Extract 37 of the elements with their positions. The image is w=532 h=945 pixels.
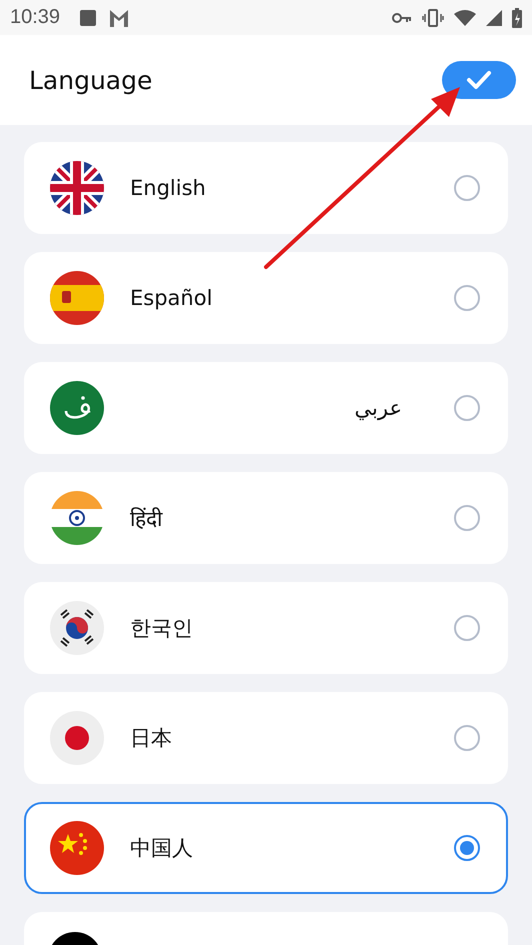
status-time: 10:39 [10, 6, 60, 29]
wifi-icon [454, 10, 476, 26]
radio-button[interactable] [454, 505, 480, 531]
union-jack-flag-icon [50, 161, 104, 215]
japan-flag-icon [50, 711, 104, 765]
language-option[interactable]: 中国人 [24, 802, 508, 894]
key-icon [392, 12, 412, 24]
radio-button[interactable] [454, 395, 480, 421]
language-name: 中国人 [130, 835, 194, 862]
language-option[interactable]: Español [24, 252, 508, 344]
language-name: عربي [354, 396, 403, 420]
language-option[interactable]: عربي [24, 362, 508, 454]
language-option[interactable]: 日本 [24, 692, 508, 784]
check-icon [466, 70, 492, 90]
language-name: 日本 [130, 725, 173, 752]
page-title: Language [29, 66, 152, 94]
language-option[interactable]: 한국인 [24, 582, 508, 674]
korea-flag-icon [50, 601, 104, 655]
language-option[interactable]: English [24, 142, 508, 234]
arabic-letter-icon [50, 381, 104, 435]
language-name: हिंदी [130, 506, 164, 532]
confirm-button[interactable] [442, 61, 516, 99]
china-flag-icon [50, 821, 104, 875]
radio-button[interactable] [454, 175, 480, 201]
battery-charging-icon [512, 8, 522, 28]
radio-button[interactable] [454, 615, 480, 641]
vibrate-icon [422, 8, 444, 26]
spain-flag-icon [50, 271, 104, 325]
radio-button[interactable] [454, 285, 480, 311]
language-name: Español [130, 286, 214, 310]
language-option[interactable]: हिंदी [24, 472, 508, 564]
india-flag-icon [50, 491, 104, 545]
language-name: 한국인 [130, 615, 194, 642]
language-name: English [130, 176, 207, 200]
signal-icon [486, 10, 502, 26]
radio-button[interactable] [454, 725, 480, 751]
radio-button[interactable] [454, 835, 480, 861]
